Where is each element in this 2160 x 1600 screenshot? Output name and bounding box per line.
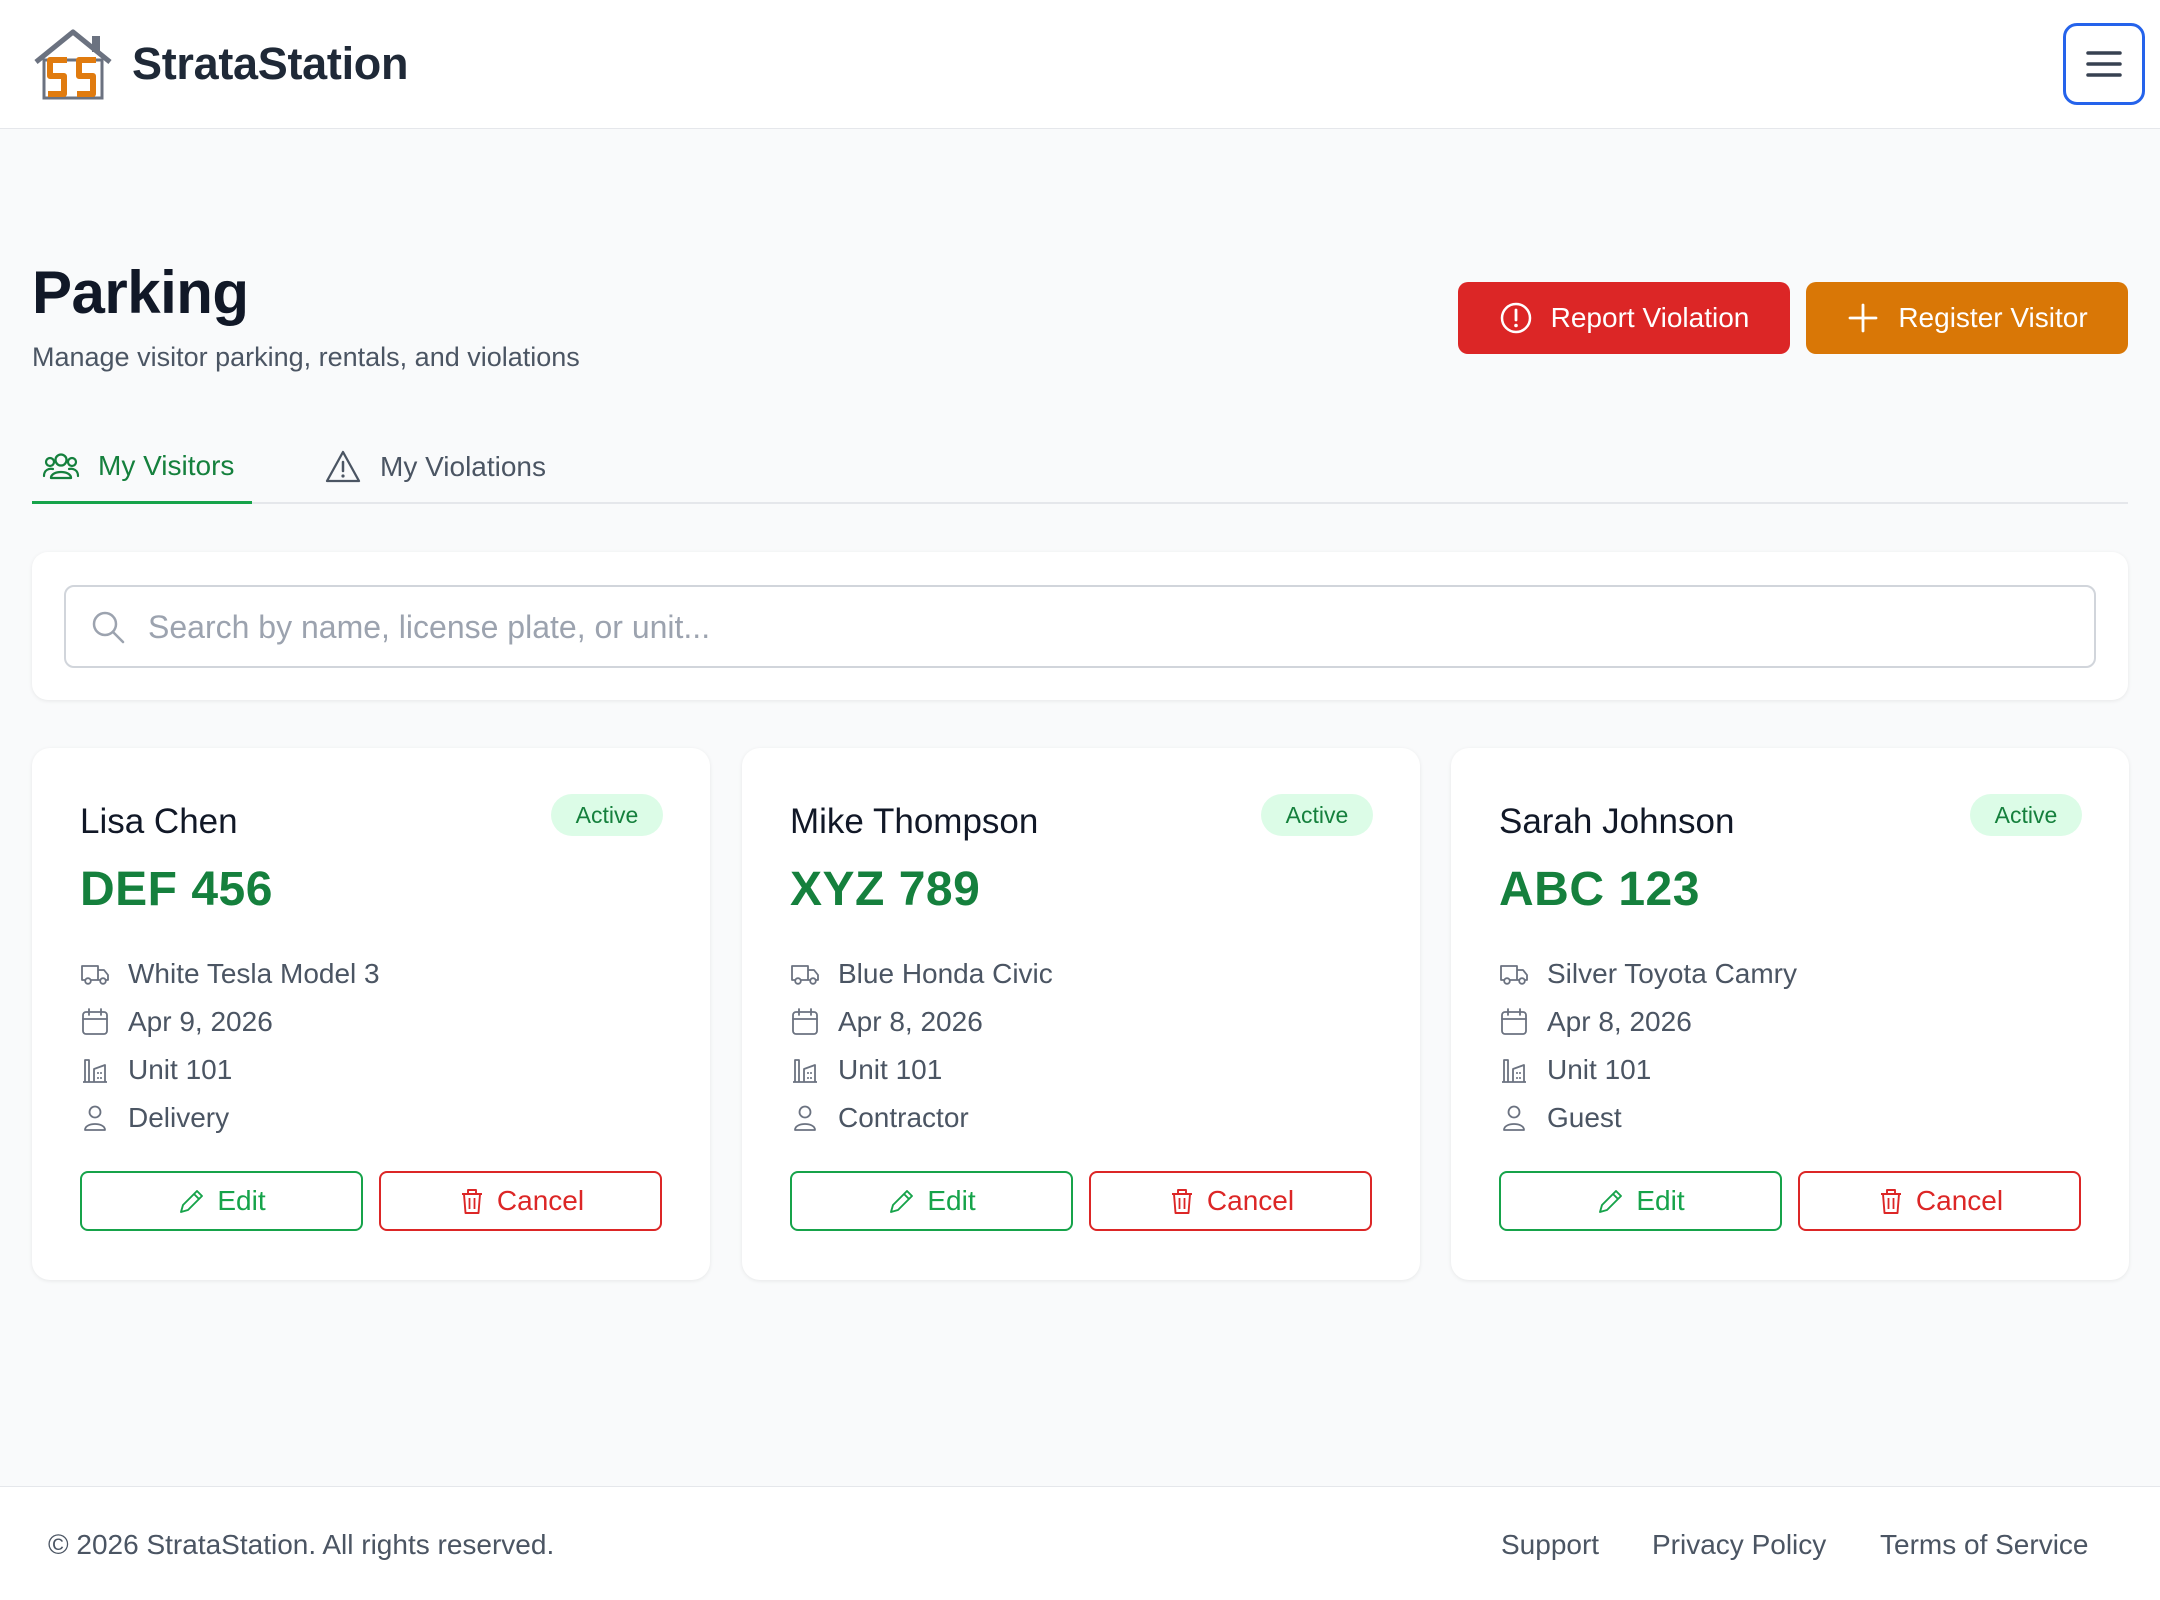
truck-icon [81, 965, 109, 985]
search-panel [32, 552, 2128, 700]
cancel-label: Cancel [1915, 1185, 2004, 1216]
page-subtitle: Manage visitor parking, rentals, and vio… [32, 342, 580, 372]
license-plate: ABC 123 [1499, 863, 1700, 916]
pencil-icon [1599, 1190, 1623, 1213]
visitor-name: Lisa Chen [80, 802, 238, 841]
brand[interactable]: StrataStation [30, 26, 408, 102]
date-text: Apr 9, 2026 [128, 1006, 273, 1037]
trash-icon [461, 1189, 482, 1214]
visitor-card: Lisa Chen Active DEF 456 White Tesla Mod… [32, 748, 710, 1280]
license-plate: DEF 456 [80, 863, 273, 916]
truck-icon [1500, 965, 1528, 985]
visitor-type-row: Delivery [80, 1102, 229, 1134]
hamburger-menu-icon [2086, 51, 2122, 77]
unit-text: Unit 101 [128, 1054, 233, 1085]
visitor-type-row: Contractor [790, 1102, 969, 1134]
page-title: Parking [32, 259, 249, 326]
support-link[interactable]: Support [1501, 1529, 1599, 1561]
unit-row: Unit 101 [80, 1054, 232, 1086]
top-navigation-bar: StrataStation [0, 0, 2160, 129]
trash-icon [1880, 1189, 1901, 1214]
date-row: Apr 8, 2026 [1499, 1006, 1692, 1038]
cancel-label: Cancel [1206, 1185, 1295, 1216]
users-icon [42, 452, 80, 479]
visitor-type-row: Guest [1499, 1102, 1622, 1134]
building-icon [793, 1059, 817, 1083]
stratastation-logo-icon [34, 29, 112, 100]
visitor-name: Sarah Johnson [1499, 802, 1735, 841]
visitor-type-text: Delivery [128, 1102, 230, 1133]
visitor-type-text: Contractor [838, 1102, 969, 1133]
vehicle-row: Blue Honda Civic [790, 958, 1053, 990]
report-violation-label: Report Violation [1550, 302, 1750, 333]
cancel-button[interactable]: Cancel [379, 1171, 662, 1231]
cancel-label: Cancel [496, 1185, 585, 1216]
calendar-icon [792, 1008, 818, 1035]
visitor-type-text: Guest [1547, 1102, 1622, 1133]
vehicle-text: Blue Honda Civic [838, 958, 1053, 989]
privacy-policy-link[interactable]: Privacy Policy [1652, 1529, 1826, 1561]
calendar-icon [1501, 1008, 1527, 1035]
tab-my-violations[interactable]: My Violations [324, 430, 546, 504]
tab-my-violations-label: My Violations [380, 451, 547, 482]
edit-label: Edit [927, 1185, 976, 1216]
report-violation-button[interactable]: Report Violation [1458, 282, 1790, 354]
register-visitor-button[interactable]: Register Visitor [1806, 282, 2128, 354]
register-visitor-label: Register Visitor [1898, 302, 2088, 333]
cancel-button[interactable]: Cancel [1798, 1171, 2081, 1231]
cancel-button[interactable]: Cancel [1089, 1171, 1372, 1231]
pencil-icon [180, 1190, 204, 1213]
copyright-text: © 2026 StrataStation. All rights reserve… [48, 1529, 555, 1560]
unit-row: Unit 101 [1499, 1054, 1651, 1086]
edit-label: Edit [217, 1185, 266, 1216]
edit-label: Edit [1636, 1185, 1685, 1216]
search-icon [92, 611, 125, 644]
unit-text: Unit 101 [838, 1054, 943, 1085]
date-row: Apr 9, 2026 [80, 1006, 273, 1038]
terms-of-service-link[interactable]: Terms of Service [1880, 1529, 2089, 1561]
vehicle-row: Silver Toyota Camry [1499, 958, 1797, 990]
person-icon [794, 1105, 816, 1131]
calendar-icon [82, 1008, 108, 1035]
vehicle-text: Silver Toyota Camry [1547, 958, 1798, 989]
alert-circle-icon [1500, 302, 1531, 334]
tab-bar: My Visitors My Violations [32, 430, 2128, 504]
search-field[interactable] [64, 585, 2096, 668]
person-icon [1503, 1105, 1525, 1131]
edit-button[interactable]: Edit [790, 1171, 1073, 1231]
footer: © 2026 StrataStation. All rights reserve… [0, 1486, 2160, 1600]
plus-icon [1848, 303, 1878, 333]
status-badge: Active [1261, 794, 1373, 836]
building-icon [1502, 1059, 1526, 1083]
visitor-card: Sarah Johnson Active ABC 123 Silver Toyo… [1451, 748, 2129, 1280]
warning-triangle-icon [325, 450, 361, 483]
vehicle-row: White Tesla Model 3 [80, 958, 380, 990]
license-plate: XYZ 789 [790, 863, 981, 916]
status-badge: Active [551, 794, 663, 836]
unit-row: Unit 101 [790, 1054, 942, 1086]
search-input[interactable] [148, 599, 2048, 655]
person-icon [84, 1105, 106, 1131]
vehicle-text: White Tesla Model 3 [128, 958, 380, 989]
status-badge: Active [1970, 794, 2082, 836]
date-text: Apr 8, 2026 [1547, 1006, 1692, 1037]
pencil-icon [890, 1190, 914, 1213]
visitor-card: Mike Thompson Active XYZ 789 Blue Honda … [742, 748, 1420, 1280]
date-row: Apr 8, 2026 [790, 1006, 983, 1038]
app-name: StrataStation [132, 38, 409, 89]
unit-text: Unit 101 [1547, 1054, 1652, 1085]
date-text: Apr 8, 2026 [838, 1006, 983, 1037]
edit-button[interactable]: Edit [1499, 1171, 1782, 1231]
menu-button[interactable] [2063, 23, 2145, 105]
tab-my-visitors[interactable]: My Visitors [32, 430, 252, 504]
tab-my-visitors-label: My Visitors [98, 449, 235, 481]
edit-button[interactable]: Edit [80, 1171, 363, 1231]
visitor-name: Mike Thompson [790, 802, 1039, 841]
building-icon [83, 1059, 107, 1083]
trash-icon [1171, 1189, 1192, 1214]
truck-icon [791, 965, 819, 985]
